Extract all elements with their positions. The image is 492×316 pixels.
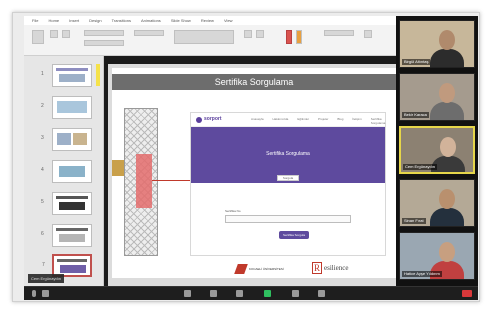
slide-thumbnail[interactable]: 4 — [41, 160, 92, 183]
nav-item: Sertifika Sorgulama — [370, 117, 386, 125]
current-slide[interactable]: Sertifika Sorgulama sorport Anasayfa Hak… — [112, 68, 396, 278]
participant-gallery: Birgül Altıntaş Bekir Karaca Cem Ergünaydı… — [396, 16, 478, 286]
participant-body — [430, 208, 464, 226]
nav-item: Hakkımızda — [272, 117, 289, 121]
slide-thumbnail[interactable]: 3 — [41, 128, 92, 151]
active-speaker-label: Cem Ergünaydın — [28, 274, 65, 283]
ribbon-tab[interactable]: Animations — [141, 16, 161, 25]
arrange-icon[interactable] — [244, 30, 252, 38]
shape-fill-icon[interactable] — [286, 30, 292, 44]
sticky-note-marker — [96, 64, 100, 86]
nav-item: İletişim — [352, 117, 362, 121]
zoom-meeting-window: File Home Insert Design Transitions Animation… — [24, 16, 478, 300]
font-format-group[interactable] — [84, 40, 124, 46]
resilience-logo: R esilience — [312, 262, 349, 274]
certificate-input — [225, 215, 351, 223]
ribbon-tab[interactable]: Design — [89, 16, 101, 25]
participant-tile[interactable]: Birgül Altıntaş — [399, 20, 475, 68]
find-replace-group[interactable] — [324, 30, 354, 36]
end-meeting-button[interactable] — [462, 290, 472, 297]
participant-name: Hatice Ayşe Yıldırım — [402, 271, 442, 277]
quick-styles-icon[interactable] — [256, 30, 264, 38]
ribbon-tabs: File Home Insert Design Transitions Animation… — [24, 16, 396, 25]
university-logo: KOCAELİ ÜNİVERSİTESİ — [234, 264, 307, 274]
slide-thumbnail[interactable]: 1 — [41, 64, 92, 87]
ribbon-tab[interactable]: Transitions — [112, 16, 131, 25]
participant-face — [440, 137, 456, 157]
participant-body — [430, 49, 464, 67]
ribbon-tab[interactable]: Slide Show — [171, 16, 191, 25]
video-camera-icon[interactable] — [42, 290, 49, 297]
slide-thumbnail-pane: 1 2 3 4 5 6 7 — [24, 56, 104, 286]
security-icon[interactable] — [184, 290, 191, 297]
slide-canvas: Sertifika Sorgulama sorport Anasayfa Hak… — [108, 64, 400, 286]
nav-item: Eğitimler — [297, 117, 310, 121]
nav-item: Projeler — [318, 117, 329, 121]
participant-tile[interactable]: Bekir Karaca — [399, 73, 475, 121]
ribbon-tab[interactable]: Home — [48, 16, 59, 25]
resilience-logo-letter: R — [312, 262, 322, 274]
certificate-input-label: Sertifika No — [225, 209, 241, 213]
site-navbar: sorport Anasayfa Hakkımızda Eğitimler Pr… — [191, 113, 385, 127]
paste-icon[interactable] — [32, 30, 44, 44]
query-tab: Sorgula — [277, 175, 299, 181]
ribbon-tab[interactable]: File — [32, 16, 38, 25]
share-screen-icon[interactable] — [264, 290, 271, 297]
powerpoint-ribbon: File Home Insert Design Transitions Animation… — [24, 16, 396, 56]
query-button: Sertifika Sorgula — [279, 231, 309, 239]
ribbon-tab[interactable]: View — [224, 16, 233, 25]
participant-name: Bekir Karaca — [402, 112, 429, 118]
hero-title: Sertifika Sorgulama — [266, 151, 310, 157]
ornament-accent — [112, 160, 124, 176]
participant-tile[interactable]: Sinan Fırat — [399, 179, 475, 227]
participant-tile[interactable]: Cem Ergünaydın — [399, 126, 475, 174]
slide-thumbnail[interactable]: 2 — [41, 96, 92, 119]
microphone-icon[interactable] — [32, 290, 36, 297]
new-slide-icon[interactable] — [50, 30, 58, 38]
nav-item: Blog — [337, 117, 344, 121]
brand-name: sorport — [204, 116, 222, 122]
chat-icon[interactable] — [236, 290, 243, 297]
participant-name: Birgül Altıntaş — [402, 59, 431, 65]
participants-icon[interactable] — [210, 290, 217, 297]
university-name: KOCAELİ ÜNİVERSİTESİ — [249, 267, 284, 271]
ribbon-tab[interactable]: Review — [201, 16, 214, 25]
layout-icon[interactable] — [62, 30, 70, 38]
participant-face — [439, 30, 455, 50]
participant-face — [439, 83, 455, 103]
ornament-highlight — [136, 154, 152, 208]
participant-name: Cem Ergünaydın — [403, 164, 438, 170]
ribbon-tab[interactable]: Insert — [69, 16, 79, 25]
font-selector[interactable] — [84, 30, 124, 36]
website-screenshot: sorport Anasayfa Hakkımızda Eğitimler Pr… — [190, 112, 386, 256]
meeting-control-bar — [24, 286, 478, 300]
shape-outline-icon[interactable] — [296, 30, 302, 44]
shapes-gallery[interactable] — [174, 30, 234, 44]
slide-title: Sertifika Sorgulama — [112, 74, 396, 90]
participant-body — [430, 102, 464, 120]
reactions-icon[interactable] — [318, 290, 325, 297]
slide-thumbnail[interactable]: 6 — [41, 224, 92, 247]
paragraph-group[interactable] — [134, 30, 164, 36]
university-logo-icon — [234, 264, 248, 274]
brand-logo-icon — [196, 117, 202, 123]
participant-face — [439, 189, 455, 209]
participant-name: Sinan Fırat — [402, 218, 426, 224]
dictate-icon[interactable] — [364, 30, 372, 38]
site-nav-items: Anasayfa Hakkımızda Eğitimler Projeler B… — [251, 117, 385, 125]
participant-face — [439, 242, 455, 262]
slide-thumbnail[interactable]: 5 — [41, 192, 92, 215]
record-icon[interactable] — [292, 290, 299, 297]
participant-tile[interactable]: Hatice Ayşe Yıldırım — [399, 232, 475, 280]
nav-item: Anasayfa — [251, 117, 264, 121]
resilience-logo-text: esilience — [324, 264, 349, 272]
